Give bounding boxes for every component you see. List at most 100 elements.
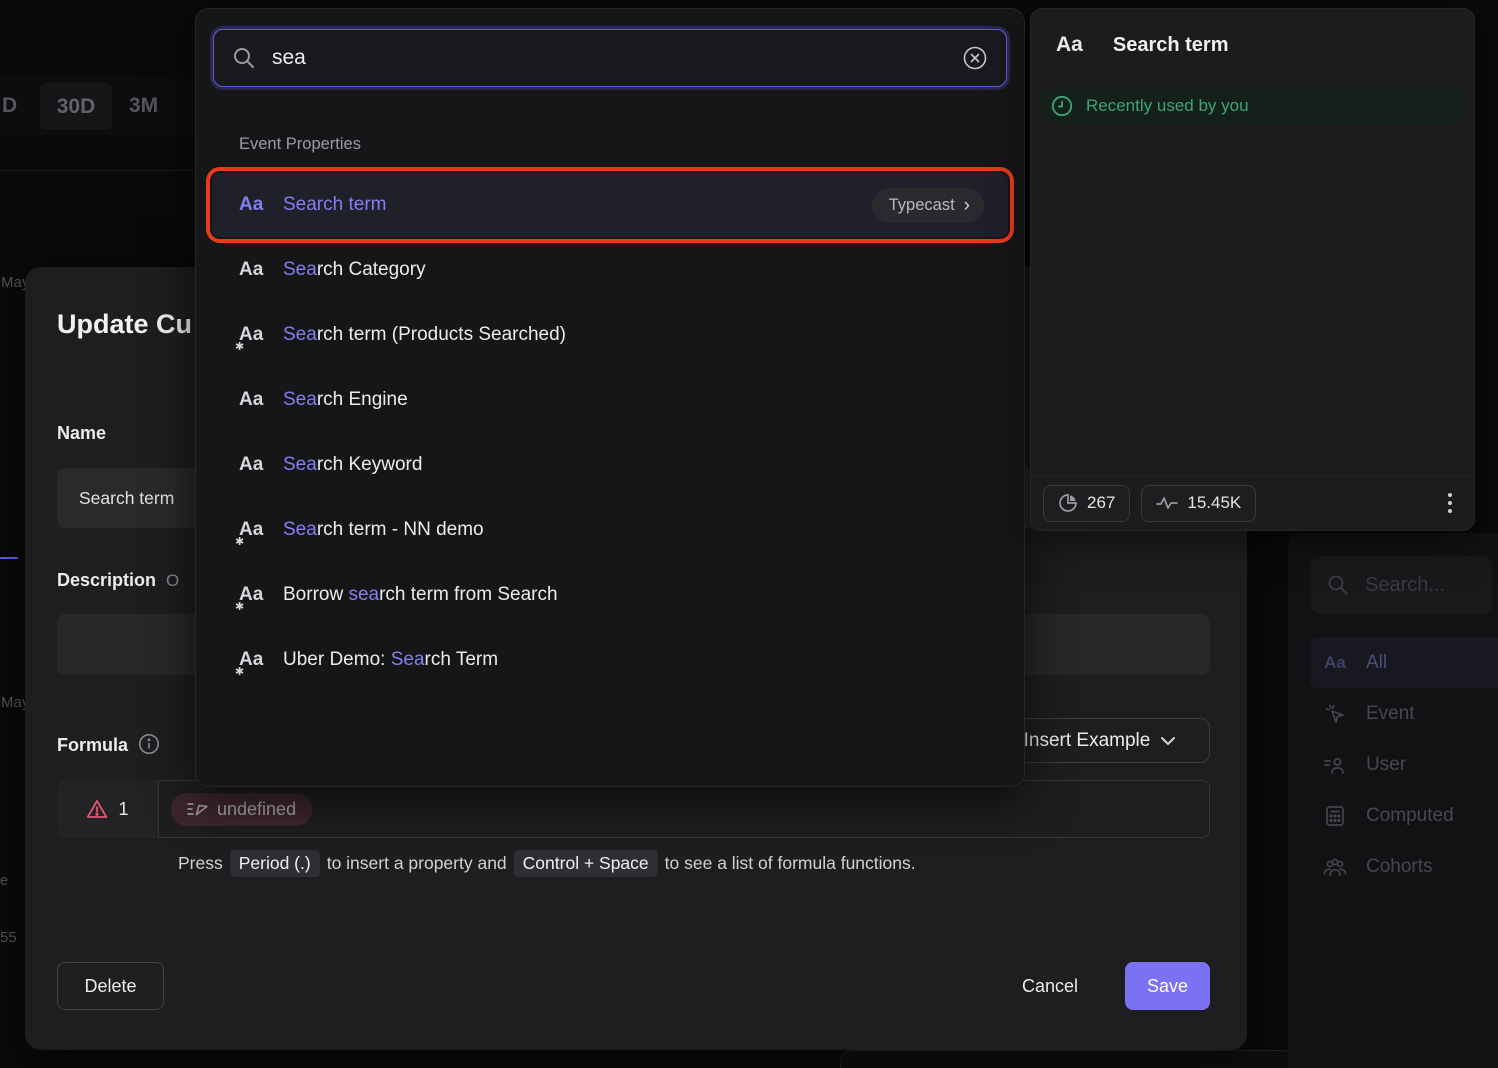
custom-property-type-icon: Aa✱ [239,584,267,606]
sidebar-item-user[interactable]: User [1310,739,1498,790]
stat-pill[interactable]: 15.45K [1141,485,1256,522]
property-list: AaSearch termTypecast›AaSearch CategoryA… [196,173,1024,693]
time-range-strip: D 30D 3M [0,78,195,135]
name-label: Name [57,423,106,444]
sidebar-item-computed[interactable]: Computed [1310,790,1498,841]
custom-asterisk: ✱ [235,340,244,353]
chart-tick-label: 55 [0,929,17,946]
text-type-icon: Aa [239,194,267,216]
section-header: Event Properties [239,135,361,154]
more-options-icon[interactable] [1438,487,1462,519]
pulse-icon [1156,495,1178,511]
property-search-box[interactable] [213,29,1007,87]
details-title: Search term [1113,34,1229,57]
chart-text-fragment: e [0,872,8,889]
tab-3m[interactable]: 3M [129,94,158,118]
description-label: DescriptionO [57,570,179,591]
custom-asterisk: ✱ [235,535,244,548]
text-type-icon: Aa [1322,653,1348,673]
event-icon [1322,702,1348,726]
cancel-button[interactable]: Cancel [1000,962,1100,1010]
property-name: Search Engine [283,389,984,411]
search-icon [1327,574,1349,596]
sidebar-filter-list: Aa All Event User Computed Cohorts [1310,637,1498,892]
formula-property-icon [187,801,209,817]
details-footer: 267 15.45K [1031,475,1474,530]
property-name: Uber Demo: Search Term [283,649,984,671]
cohorts-icon [1322,856,1348,878]
property-list-item[interactable]: Aa Search Keyword [212,433,1008,497]
sidebar-item-label: Computed [1366,805,1454,827]
app-root: D 30D 3M May May e 55 Update Cu Name Des… [0,0,1498,1068]
chevron-down-icon [1160,736,1176,746]
clock-icon [1050,94,1074,118]
property-search-dropdown: Event Properties AaSearch termTypecast›A… [195,8,1025,787]
property-list-item[interactable]: Aa✱ Search term (Products Searched) [212,303,1008,367]
kbd-control-space: Control + Space [514,850,658,877]
details-header: Aa Search term [1056,33,1228,57]
undefined-property-chip[interactable]: undefined [171,793,312,826]
property-list-item[interactable]: Aa✱ Uber Demo: Search Term [212,628,1008,692]
formula-label: Formula [57,733,160,756]
property-list-item[interactable]: Aa✱ Search term - NN demo [212,498,1008,562]
computed-icon [1322,804,1348,828]
property-list-item[interactable]: Aa Search Engine [212,368,1008,432]
formula-input[interactable]: undefined [158,780,1210,838]
tab-30d[interactable]: 30D [40,83,112,130]
property-name: Search term - NN demo [283,519,984,541]
sidebar-item-label: Cohorts [1366,856,1433,878]
text-type-icon: Aa [239,454,267,476]
pie-chart-icon [1058,493,1078,513]
recently-used-badge: Recently used by you [1041,89,1465,122]
info-icon[interactable] [138,733,160,755]
sidebar-item-label: User [1366,754,1406,776]
formula-error-gutter: 1 [57,780,158,838]
property-name: Search term (Products Searched) [283,324,984,346]
background-card-fragment [840,1050,1295,1068]
custom-asterisk: ✱ [235,600,244,613]
stat-value: 267 [1087,493,1115,513]
save-button[interactable]: Save [1125,962,1210,1010]
property-name: Borrow search term from Search [283,584,984,606]
sidebar-item-label: Event [1366,703,1415,725]
sidebar-item-all[interactable]: Aa All [1310,637,1498,688]
stat-value: 15.45K [1187,493,1241,513]
custom-asterisk: ✱ [235,665,244,678]
stat-pill[interactable]: 267 [1043,485,1130,522]
property-type-sidebar: Aa All Event User Computed Cohorts [1288,533,1498,1068]
text-type-icon: Aa [1056,33,1083,57]
warning-icon [86,799,108,819]
chart-line-fragment [0,557,18,559]
typecast-button[interactable]: Typecast› [872,188,984,223]
modal-title: Update Cu [57,309,192,340]
sidebar-search-input[interactable] [1363,573,1463,598]
custom-property-type-icon: Aa✱ [239,649,267,671]
property-list-item[interactable]: Aa Search term Typecast› [212,173,1008,237]
text-type-icon: Aa [239,259,267,281]
text-type-icon: Aa [239,389,267,411]
property-name: Search term [283,194,856,216]
chevron-right-icon: › [964,196,970,215]
sidebar-item-event[interactable]: Event [1310,688,1498,739]
formula-hint: Press Period (.) to insert a property an… [178,850,916,877]
sidebar-item-label: All [1366,652,1387,674]
property-list-item[interactable]: Aa✱ Borrow search term from Search [212,563,1008,627]
divider [0,170,195,171]
custom-property-type-icon: Aa✱ [239,324,267,346]
user-icon [1322,753,1348,777]
property-search-input[interactable] [270,45,948,71]
property-details-panel: Aa Search term Recently used by you 267 1… [1030,8,1475,531]
sidebar-item-cohorts[interactable]: Cohorts [1310,841,1498,892]
property-name: Search Keyword [283,454,984,476]
error-count: 1 [118,799,128,820]
delete-button[interactable]: Delete [57,962,164,1010]
property-name: Search Category [283,259,984,281]
sidebar-search[interactable] [1310,556,1492,614]
search-icon [232,46,256,70]
tab-7d-fragment[interactable]: D [2,94,17,118]
optional-fragment: O [166,571,179,590]
property-list-item[interactable]: Aa Search Category [212,238,1008,302]
kbd-period: Period (.) [230,850,320,877]
clear-search-icon[interactable] [962,45,988,71]
custom-property-type-icon: Aa✱ [239,519,267,541]
